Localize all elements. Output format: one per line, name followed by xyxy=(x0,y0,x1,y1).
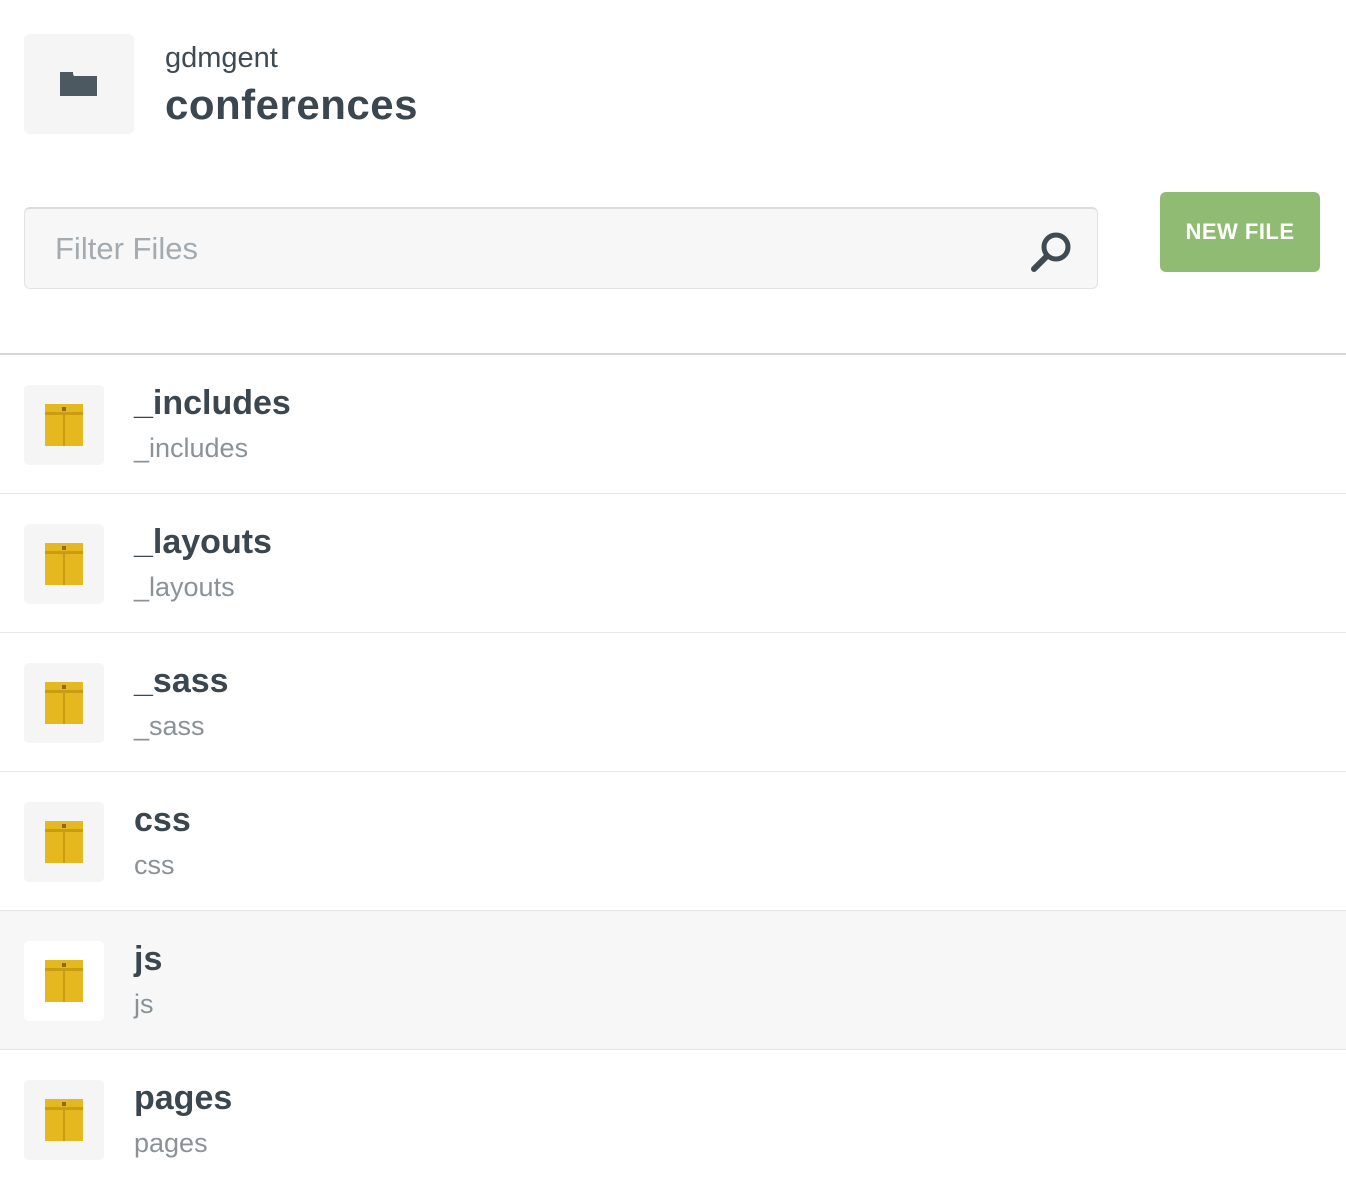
file-path: _sass xyxy=(134,711,205,741)
folder-icon xyxy=(45,1099,83,1141)
filter-files-box xyxy=(24,207,1098,289)
folder-icon xyxy=(60,72,97,96)
file-path: js xyxy=(134,989,154,1019)
file-path: pages xyxy=(134,1128,208,1158)
folder-icon-box xyxy=(24,1080,104,1160)
folder-icon-box xyxy=(24,941,104,1021)
folder-icon-box xyxy=(24,802,104,882)
repo-folder-icon-box xyxy=(24,34,134,134)
folder-icon xyxy=(45,960,83,1002)
toolbar: NEW FILE xyxy=(0,150,1346,353)
repo-name[interactable]: conferences xyxy=(165,80,418,130)
file-row-includes[interactable]: _includes _includes xyxy=(0,355,1346,494)
repo-owner[interactable]: gdmgent xyxy=(165,40,278,76)
new-file-button[interactable]: NEW FILE xyxy=(1160,192,1320,272)
file-name[interactable]: _includes xyxy=(134,383,291,423)
file-list: _includes _includes _layouts _layouts _sass _… xyxy=(0,353,1346,1182)
file-path: _layouts xyxy=(134,572,235,602)
file-name[interactable]: pages xyxy=(134,1078,232,1118)
file-row-sass[interactable]: _sass _sass xyxy=(0,633,1346,772)
folder-icon xyxy=(45,404,83,446)
folder-icon-box xyxy=(24,385,104,465)
folder-icon xyxy=(45,682,83,724)
folder-icon-box xyxy=(24,663,104,743)
folder-icon-box xyxy=(24,524,104,604)
file-name[interactable]: css xyxy=(134,800,191,840)
file-row-js[interactable]: js js xyxy=(0,911,1346,1050)
file-row-layouts[interactable]: _layouts _layouts xyxy=(0,494,1346,633)
folder-icon xyxy=(45,543,83,585)
repo-header: gdmgent conferences xyxy=(0,0,1346,150)
file-path: css xyxy=(134,850,175,880)
folder-icon xyxy=(45,821,83,863)
file-name[interactable]: _layouts xyxy=(134,522,272,562)
file-name[interactable]: _sass xyxy=(134,661,229,701)
file-row-pages[interactable]: pages pages xyxy=(0,1050,1346,1182)
filter-files-input[interactable] xyxy=(25,209,1097,288)
file-row-css[interactable]: css css xyxy=(0,772,1346,911)
file-path: _includes xyxy=(134,433,249,463)
search-icon[interactable] xyxy=(1029,229,1075,275)
file-name[interactable]: js xyxy=(134,939,162,979)
